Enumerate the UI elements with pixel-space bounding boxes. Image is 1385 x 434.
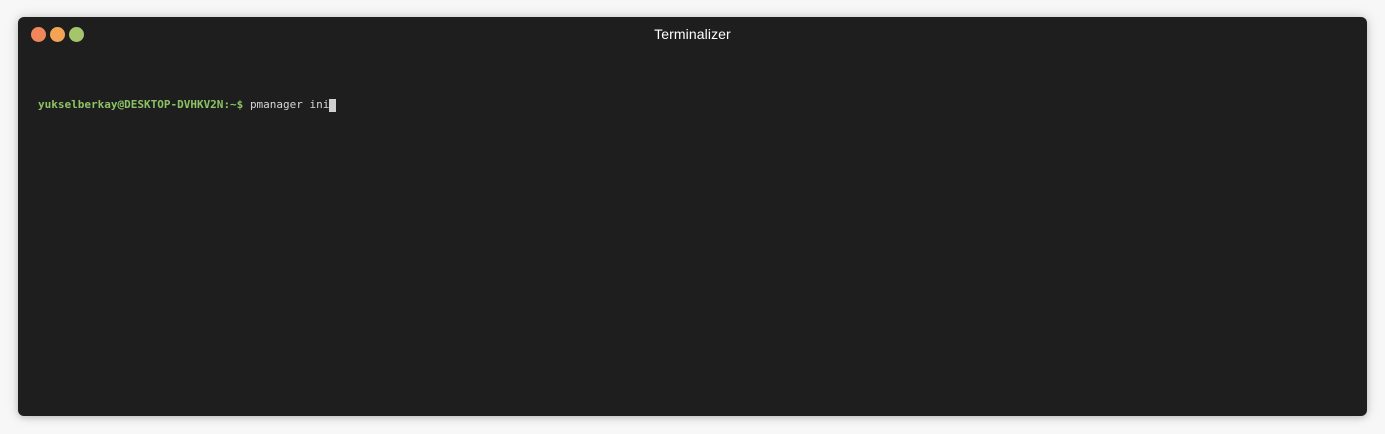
command-text: pmanager ini — [249, 98, 330, 111]
prompt-user-host: yukselberkay@DESKTOP-DVHKV2N — [38, 98, 224, 111]
title-bar[interactable]: Terminalizer — [18, 17, 1367, 53]
prompt-suffix: :~$ — [223, 98, 250, 111]
window-title: Terminalizer — [654, 26, 731, 42]
cursor-block — [329, 98, 337, 112]
terminal-output[interactable]: yukselberkay@DESKTOP-DVHKV2N :~$ pmanage… — [38, 70, 1347, 400]
terminal-window: Terminalizer yukselberkay@DESKTOP-DVHKV2… — [18, 17, 1367, 416]
command-line: yukselberkay@DESKTOP-DVHKV2N :~$ pmanage… — [38, 98, 1347, 112]
